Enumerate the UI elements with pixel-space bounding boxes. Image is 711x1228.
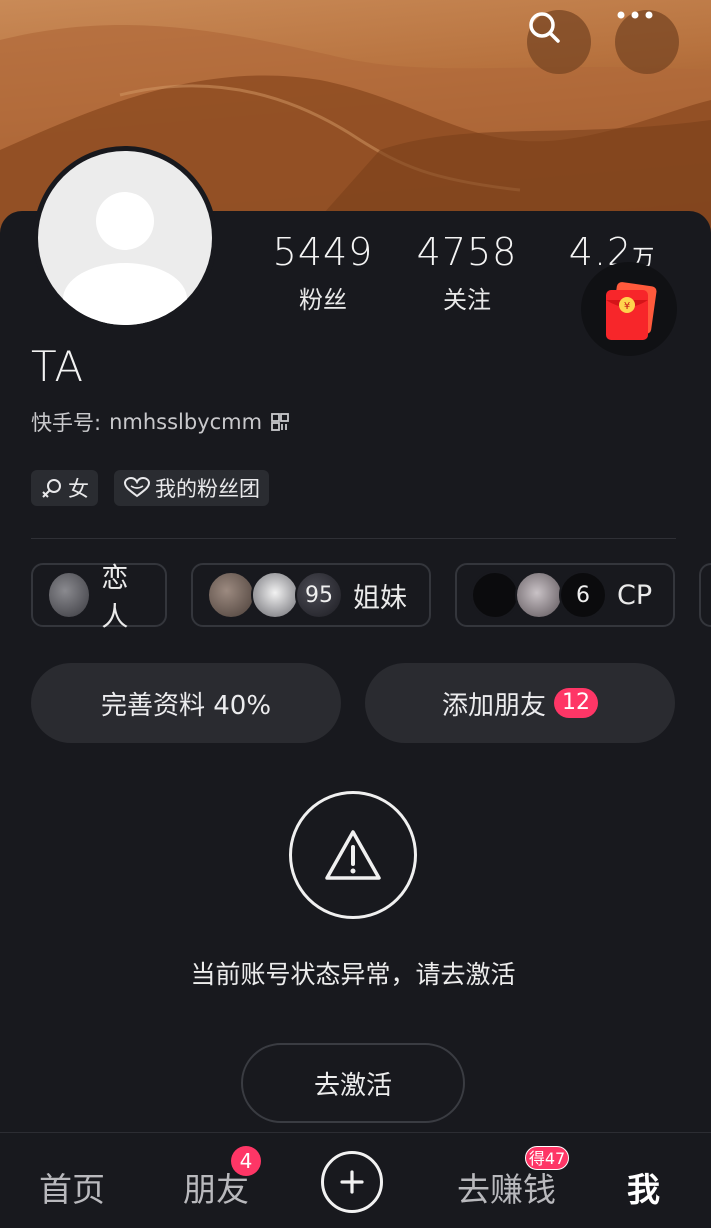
add-friends-label: 添加朋友	[441, 690, 546, 721]
svg-text:¥: ¥	[624, 301, 630, 312]
following-label: 关注	[443, 286, 491, 314]
red-packet-icon: ¥	[606, 282, 657, 340]
relation-avatar	[251, 571, 299, 619]
relation-label: CP	[617, 579, 653, 611]
bottom-tab-bar: 首页 朋友 4 去赚钱 得47 我	[0, 1132, 711, 1228]
default-avatar-icon	[38, 151, 212, 325]
relation-sisters[interactable]: 95 姐妹	[191, 563, 431, 627]
avatar[interactable]	[33, 146, 217, 330]
gender-tag: 女	[31, 470, 98, 506]
divider	[31, 538, 676, 539]
relation-count: 95	[295, 571, 343, 619]
stat-following[interactable]: 4758 关注	[407, 228, 527, 315]
user-id-label: 快手号:	[31, 411, 102, 435]
relation-avatar	[47, 571, 92, 619]
warning-message: 当前账号状态异常，请去激活	[190, 960, 516, 989]
more-button[interactable]	[615, 10, 679, 74]
search-button[interactable]	[527, 10, 591, 74]
tab-home[interactable]: 首页	[39, 1163, 105, 1211]
following-count: 4758	[416, 230, 518, 274]
followers-label: 粉丝	[299, 286, 347, 314]
warning-icon	[325, 830, 381, 880]
relation-avatar	[471, 571, 519, 619]
gender-label: 女	[68, 477, 89, 501]
stat-followers[interactable]: 5449 粉丝	[263, 228, 383, 315]
search-icon	[529, 12, 560, 43]
red-packet-button[interactable]: ¥	[581, 262, 677, 356]
heart-icon	[123, 477, 151, 498]
user-id[interactable]: 快手号: nmhsslbycmm	[31, 407, 290, 437]
user-id-value: nmhsslbycmm	[109, 410, 263, 434]
activate-label: 去激活	[313, 1070, 392, 1101]
complete-profile-button[interactable]: 完善资料 40%	[31, 663, 341, 743]
more-icon	[617, 11, 653, 19]
relation-more[interactable]	[699, 563, 711, 627]
add-friends-button[interactable]: 添加朋友 12	[365, 663, 675, 743]
followers-count: 5449	[272, 230, 374, 274]
relation-cp[interactable]: 6 CP	[455, 563, 675, 627]
female-icon	[42, 479, 61, 498]
add-friends-badge: 12	[554, 688, 598, 718]
relation-lover[interactable]: 恋人	[31, 563, 167, 633]
earn-badge: 得47	[525, 1146, 569, 1170]
fan-group-tag[interactable]: 我的粉丝团	[114, 470, 269, 506]
complete-profile-label: 完善资料 40%	[100, 690, 272, 721]
relation-avatar	[515, 571, 563, 619]
friends-badge: 4	[231, 1146, 261, 1176]
activate-button[interactable]: 去激活	[241, 1043, 465, 1123]
profile-name: TA	[31, 342, 85, 391]
create-button[interactable]	[321, 1151, 383, 1213]
relation-label: 恋人	[101, 563, 129, 633]
relation-count: 6	[559, 571, 607, 619]
qrcode-icon[interactable]	[270, 412, 290, 432]
relation-label: 姐妹	[353, 582, 407, 614]
warning-circle	[289, 791, 417, 919]
fan-group-label: 我的粉丝团	[155, 477, 260, 501]
plus-icon	[340, 1170, 364, 1194]
tab-me[interactable]: 我	[627, 1163, 660, 1211]
relation-avatar	[207, 571, 255, 619]
